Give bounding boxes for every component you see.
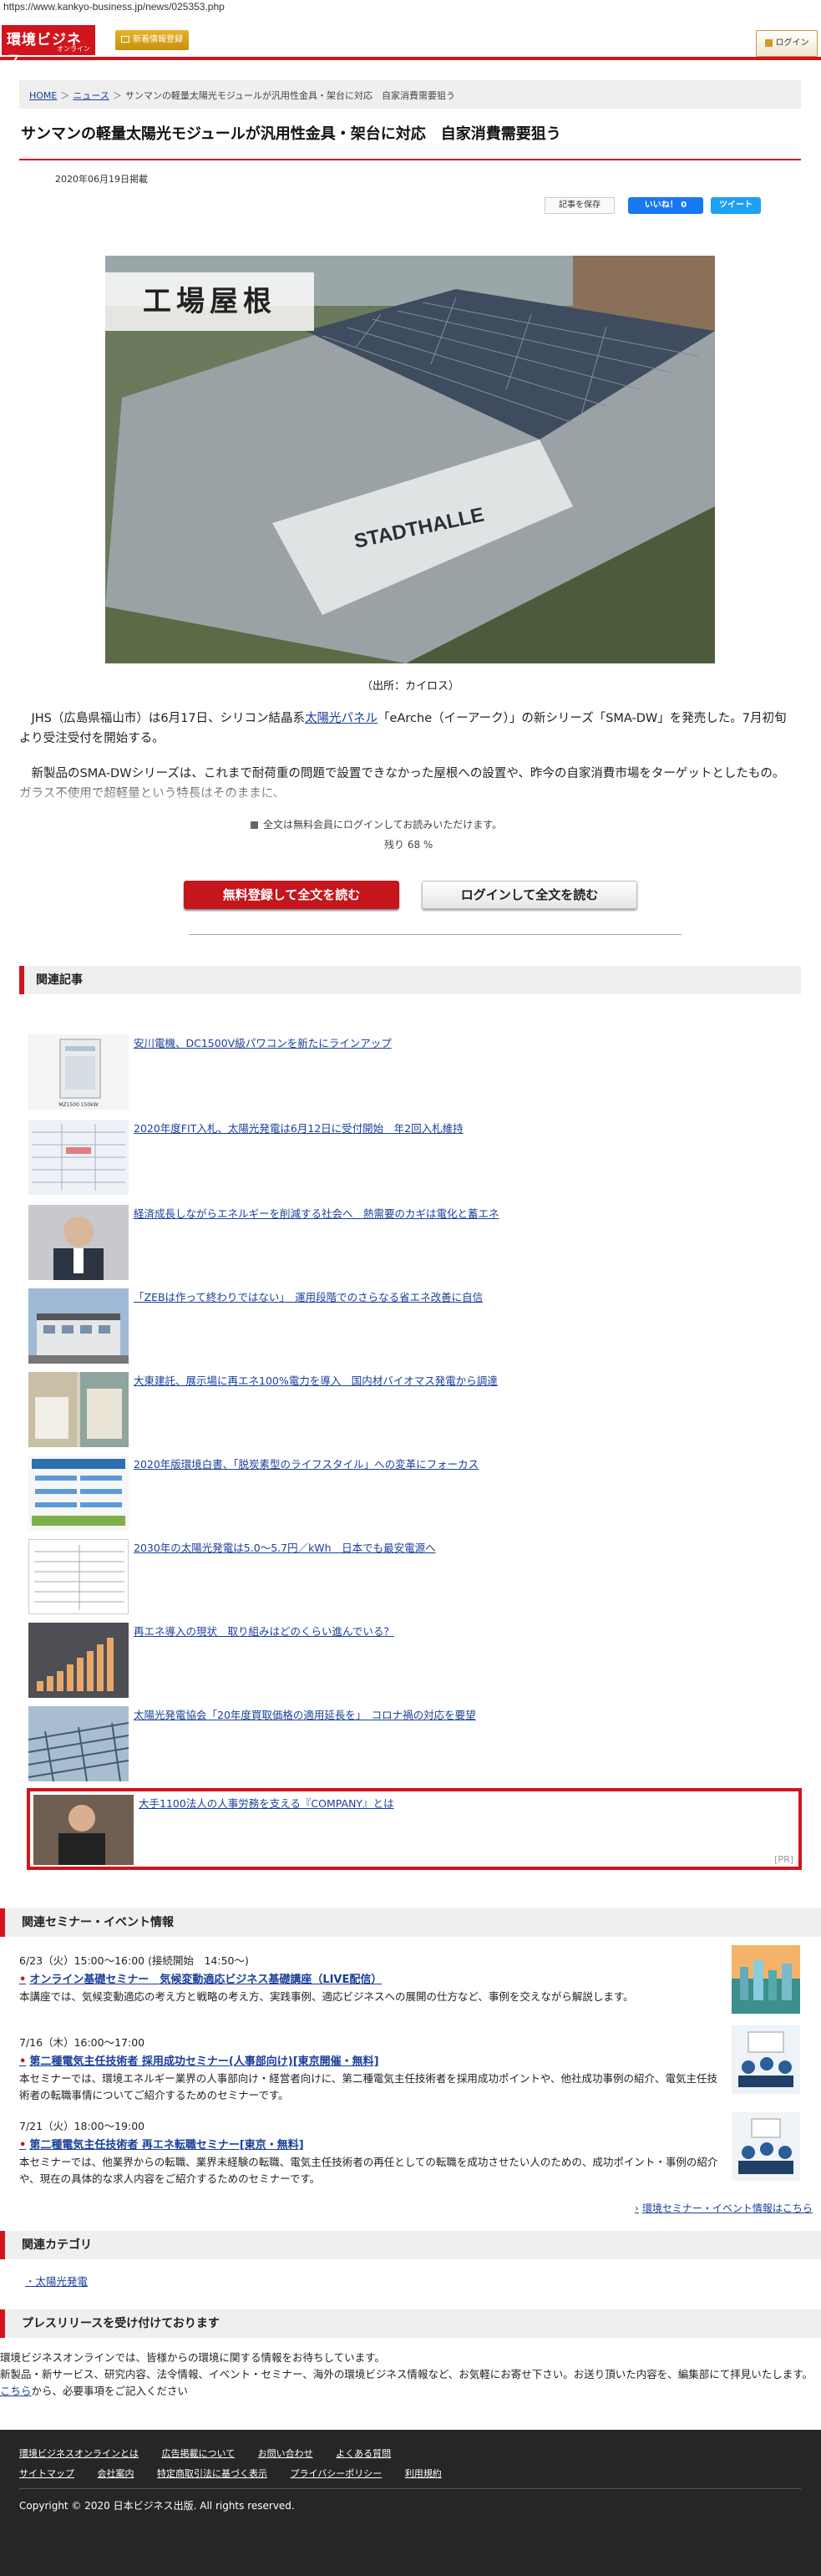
breadcrumb-home[interactable]: HOME <box>29 90 57 101</box>
seminar-title[interactable]: • 第二種電気主任技術者 再エネ転職セミナー[東京・無料] <box>19 2136 304 2152</box>
content-divider <box>189 934 682 935</box>
breadcrumb-news[interactable]: ニュース <box>73 90 109 101</box>
text-fade <box>19 779 796 810</box>
footer-link-tokusho[interactable]: 特定商取引法に基づく表示 <box>157 2468 267 2479</box>
seminar-thumbnail <box>732 2112 800 2181</box>
seminars-heading: 関連セミナー・イベント情報 <box>0 1908 821 1937</box>
footer-link-sitemap[interactable]: サイトマップ <box>19 2468 74 2479</box>
copyright: Copyright © 2020 日本ビジネス出版. All rights re… <box>19 2500 295 2512</box>
related-link[interactable]: 2020年度FIT入札、太陽光発電は6月12日に受付開始 年2回入札維持 <box>134 1120 464 1136</box>
seminar-title[interactable]: • オンライン基礎セミナー 気候変動適応ビジネス基礎講座（LIVE配信） <box>19 1970 382 1986</box>
categories-heading: 関連カテゴリ <box>0 2231 821 2259</box>
footer-links-row-1: 環境ビジネスオンラインとは 広告掲載について お問い合わせ よくある質問 <box>19 2446 411 2460</box>
related-thumbnail <box>28 1372 129 1447</box>
footer-link-advertising[interactable]: 広告掲載について <box>162 2448 236 2459</box>
related-link[interactable]: 2020年版環境白書、「脱炭素型のライフスタイル」への変革にフォーカス <box>134 1456 479 1471</box>
footer-link-about[interactable]: 環境ビジネスオンラインとは <box>19 2448 139 2459</box>
seminar-date: 7/16（木）16:00～17:00 <box>19 2036 145 2049</box>
seminar-title[interactable]: • 第二種電気主任技術者 採用成功セミナー(人事部向け)[東京開催・無料] <box>19 2052 379 2068</box>
related-thumbnail <box>28 1706 129 1781</box>
browser-url[interactable]: https://www.kankyo-business.jp/news/0253… <box>0 0 821 15</box>
title-divider <box>19 159 801 160</box>
newsletter-label: 新着情報登録 <box>133 35 183 44</box>
seminars-more-link[interactable]: › 環境セミナー・イベント情報はこちら <box>635 2201 813 2215</box>
category-link[interactable]: ・太陽光発電 <box>25 2273 88 2289</box>
facebook-like-button[interactable]: いいね！ 0 <box>628 197 703 214</box>
lock-icon <box>251 821 258 829</box>
solar-panel-link[interactable]: 太陽光パネル <box>305 712 378 725</box>
site-header: 環境ビジネス オンライン 新着情報登録 ログイン <box>0 17 821 69</box>
article-paragraph-1: JHS（広島県福山市）は6月17日、シリコン結晶系太陽光パネル「eArche（イ… <box>19 712 787 745</box>
related-link[interactable]: 大東建託、展示場に再エネ100%電力を導入 国内材バイオマス発電から調達 <box>134 1372 498 1388</box>
related-item[interactable]: 「ZEBは作って終わりではない」 運用段階でのさらなる省エネ改善に自信 <box>28 1285 805 1365</box>
login-read-button[interactable]: ログインして全文を読む <box>422 881 637 909</box>
footer-links-row-2: サイトマップ 会社案内 特定商取引法に基づく表示 プライバシーポリシー 利用規約 <box>19 2467 462 2480</box>
related-link[interactable]: 太陽光発電協会「20年度買取価格の適用延長を」 コロナ禍の対応を要望 <box>134 1706 476 1722</box>
footer-link-faq[interactable]: よくある質問 <box>336 2448 391 2459</box>
logo-sub-text: オンライン <box>57 45 90 53</box>
seminar-thumbnail <box>732 2025 800 2094</box>
related-item[interactable]: 再エネ導入の現状 取り組みはどのくらい進んでいる？ <box>28 1619 805 1700</box>
breadcrumb: HOME ＞ニュース＞サンマンの軽量太陽光モジュールが汎用性金具・架台に対応 自家… <box>19 80 801 109</box>
tweet-button[interactable]: ツイート <box>711 197 761 214</box>
related-link[interactable]: 2030年の太陽光発電は5.0～5.7円／kWh 日本でも最安電源へ <box>134 1539 436 1555</box>
related-thumbnail <box>28 1539 129 1614</box>
related-item[interactable]: MZ1500 150kW 安川電機、DC1500V級パワコンを新たにラインアップ <box>28 1031 805 1111</box>
related-item[interactable]: 経済成長しながらエネルギーを削減する社会へ 熱需要のカギは電化と蓄エネ <box>28 1202 805 1282</box>
press-link[interactable]: こちら <box>0 2385 32 2397</box>
pr-item[interactable]: 大手1100法人の人事労務を支える『COMPANY』とは [PR] <box>27 1788 802 1870</box>
footer-divider <box>19 2488 801 2489</box>
related-item[interactable]: 2020年度FIT入札、太陽光発電は6月12日に受付開始 年2回入札維持 <box>28 1116 805 1197</box>
related-articles-heading: 関連記事 <box>19 966 801 994</box>
pr-thumbnail <box>33 1795 134 1865</box>
press-text: 環境ビジネスオンラインでは、皆様からの環境に関する情報をお待ちしています。 新製… <box>0 2351 813 2397</box>
footer-link-contact[interactable]: お問い合わせ <box>258 2448 313 2459</box>
mail-icon <box>121 36 129 43</box>
related-thumbnail <box>28 1456 129 1531</box>
photo-label: 工場屋根 <box>105 272 314 331</box>
login-label: ログイン <box>775 38 809 48</box>
page-title: サンマンの軽量太陽光モジュールが汎用性金具・架台に対応 自家消費需要狙う <box>21 125 561 143</box>
key-icon <box>764 38 773 47</box>
related-thumbnail <box>28 1288 129 1364</box>
related-link[interactable]: 安川電機、DC1500V級パワコンを新たにラインアップ <box>134 1034 392 1050</box>
related-item[interactable]: 太陽光発電協会「20年度買取価格の適用延長を」 コロナ禍の対応を要望 <box>28 1703 805 1783</box>
related-item[interactable]: 2020年版環境白書、「脱炭素型のライフスタイル」への変革にフォーカス <box>28 1452 805 1532</box>
seminar-thumbnail <box>732 1945 800 2014</box>
seminar-date: 7/21（火）18:00～19:00 <box>19 2120 145 2132</box>
pr-tag: [PR] <box>774 1854 793 1865</box>
footer-link-company[interactable]: 会社案内 <box>98 2468 134 2479</box>
footer-link-privacy[interactable]: プライバシーポリシー <box>291 2468 383 2479</box>
related-thumbnail <box>28 1623 129 1698</box>
related-link[interactable]: 経済成長しながらエネルギーを削減する社会へ 熱需要のカギは電化と蓄エネ <box>134 1205 499 1221</box>
press-heading: プレスリリースを受け付けております <box>0 2309 821 2338</box>
seminar-date: 6/23（火）15:00～16:00 (接続開始 14:50～) <box>19 1954 249 1967</box>
footer-link-terms[interactable]: 利用規約 <box>405 2468 442 2479</box>
photo-caption: （出所：カイロス） <box>361 680 459 693</box>
save-article-button[interactable]: 記事を保存 <box>545 197 615 214</box>
related-item[interactable]: 2030年の太陽光発電は5.0～5.7円／kWh 日本でも最安電源へ <box>28 1536 805 1616</box>
member-note: 全文は無料会員にログインしてお読みいただけます。 <box>251 817 585 831</box>
seminar-description: 本講座では、気候変動適応の考え方と戦略の考え方、実践事例、適応ビジネスへの展開の… <box>19 1990 634 2003</box>
breadcrumb-current: サンマンの軽量太陽光モジュールが汎用性金具・架台に対応 自家消費需要狙う <box>124 90 456 101</box>
related-link[interactable]: 再エネ導入の現状 取り組みはどのくらい進んでいる？ <box>134 1623 394 1639</box>
pr-link[interactable]: 大手1100法人の人事労務を支える『COMPANY』とは <box>139 1795 394 1811</box>
login-button[interactable]: ログイン <box>756 30 818 57</box>
register-read-button[interactable]: 無料登録して全文を読む <box>184 881 399 909</box>
related-item[interactable]: 大東建託、展示場に再エネ100%電力を導入 国内材バイオマス発電から調達 <box>28 1369 805 1449</box>
article-photo: STADTHALLE 工場屋根 <box>105 256 715 663</box>
svg-text:MZ1500 150kW: MZ1500 150kW <box>58 1102 98 1108</box>
related-thumbnail: MZ1500 150kW <box>28 1034 129 1110</box>
seminar-description: 本セミナーでは、環境エネルギー業界の人事部向け・経営者向けに、第二種電気主任技術… <box>19 2072 718 2101</box>
remaining-percent: 残り 68 % <box>384 839 433 851</box>
seminar-description: 本セミナーでは、他業界からの転職、業界未経験の転職、電気主任技術者の再任としての… <box>19 2156 718 2185</box>
newsletter-button[interactable]: 新着情報登録 <box>115 30 189 50</box>
related-thumbnail <box>28 1205 129 1280</box>
related-link[interactable]: 「ZEBは作って終わりではない」 運用段階でのさらなる省エネ改善に自信 <box>134 1288 483 1304</box>
related-thumbnail <box>28 1120 129 1195</box>
publish-date: 2020年06月19日掲載 <box>55 174 148 185</box>
site-logo[interactable]: 環境ビジネス オンライン <box>2 25 95 69</box>
